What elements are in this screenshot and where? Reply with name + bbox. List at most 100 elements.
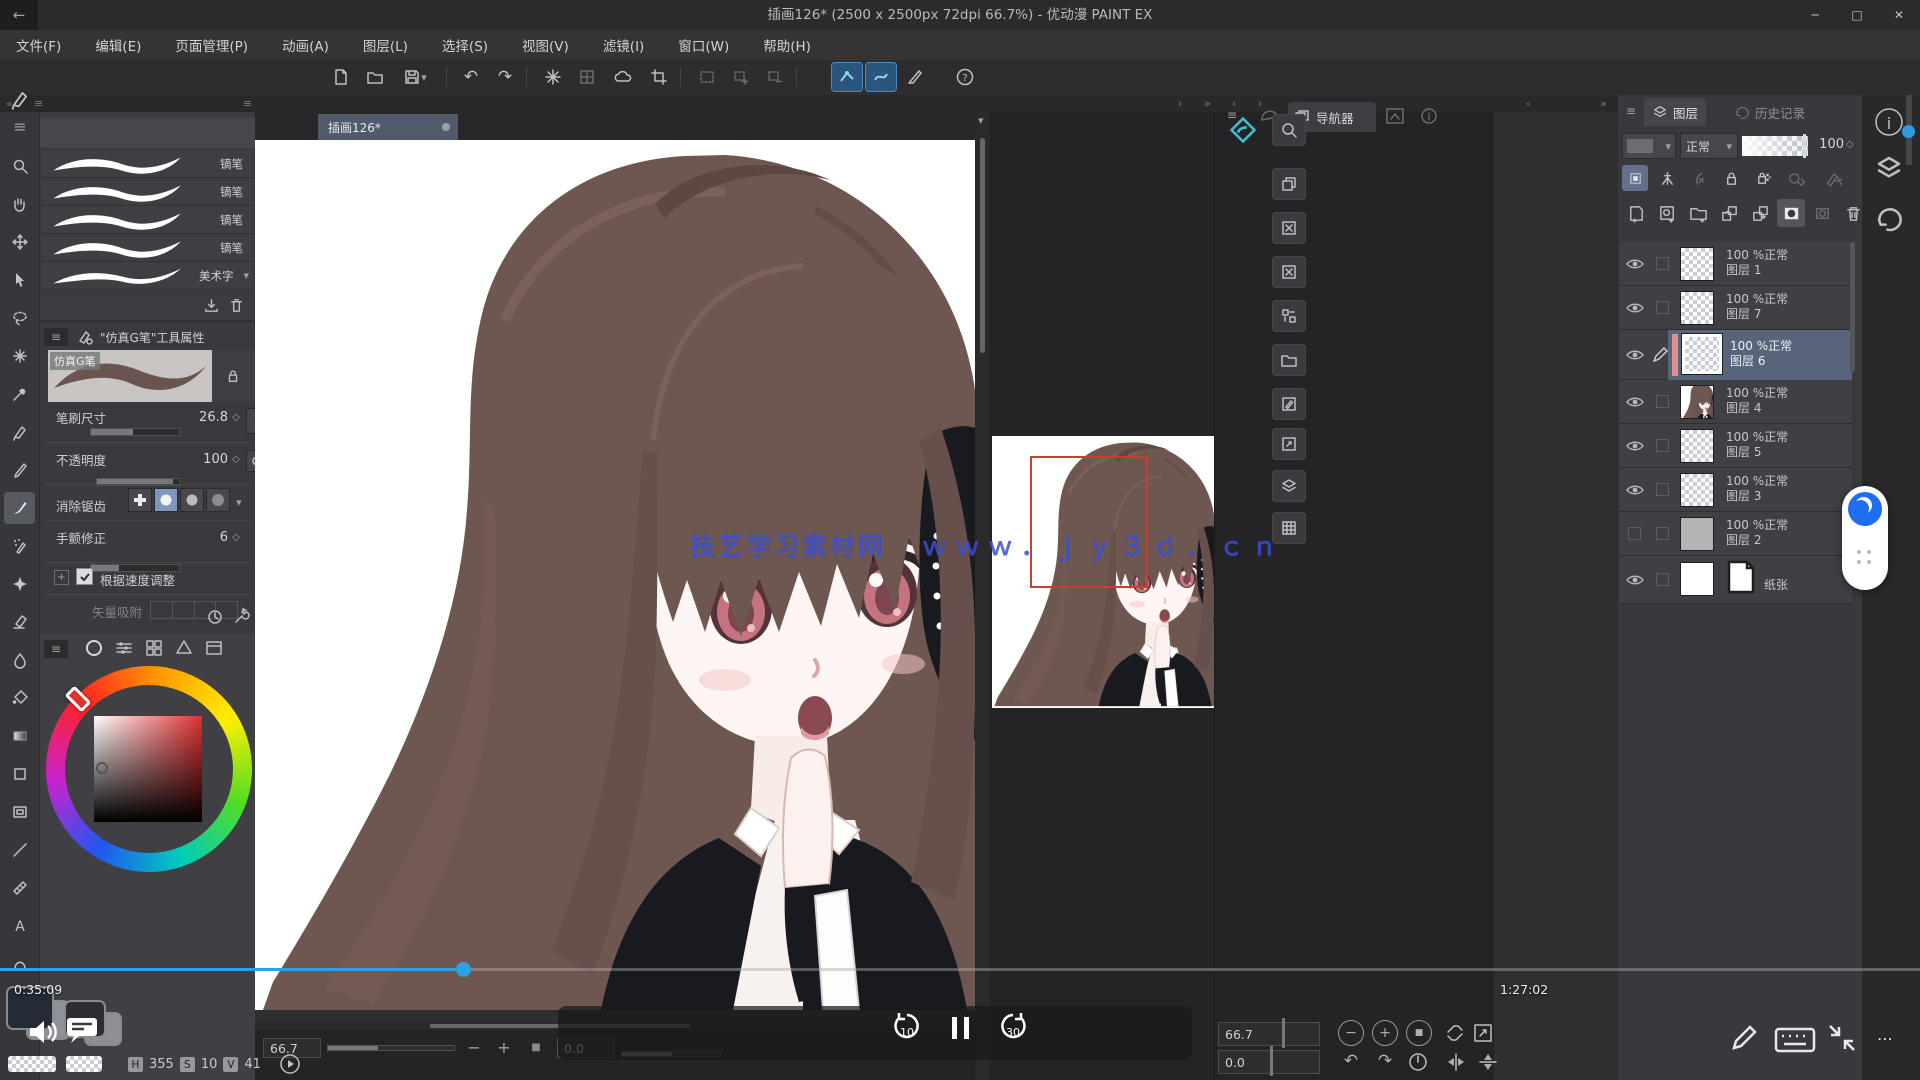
scroll-up-icon[interactable]: ▾ bbox=[978, 114, 984, 127]
layer-checkbox[interactable] bbox=[1656, 257, 1669, 270]
menu-window[interactable]: 窗口(W) bbox=[678, 35, 729, 55]
navigator-thumbnail[interactable] bbox=[992, 436, 1214, 708]
gradient-tool[interactable] bbox=[4, 720, 35, 752]
layer-opacity-value[interactable]: 100 bbox=[1810, 137, 1844, 152]
airbrush-tool[interactable] bbox=[4, 530, 35, 562]
layer-checkbox[interactable] bbox=[1656, 483, 1669, 496]
eraser-tool[interactable] bbox=[4, 606, 35, 638]
launcher-transform-button[interactable] bbox=[1272, 428, 1306, 460]
canvas-zoom-out-icon[interactable]: − bbox=[463, 1034, 485, 1060]
layer-opacity-handle[interactable] bbox=[1803, 134, 1806, 158]
layer-checkbox[interactable] bbox=[1656, 527, 1669, 540]
speed-adjust-checkbox[interactable] bbox=[76, 568, 93, 585]
launcher-close-panel2-button[interactable] bbox=[1272, 256, 1306, 288]
layer-name[interactable]: 图层 1 bbox=[1726, 263, 1788, 278]
layer-name[interactable]: 纸张 bbox=[1764, 578, 1788, 593]
menu-help[interactable]: 帮助(H) bbox=[763, 35, 811, 55]
visibility-eye-icon[interactable] bbox=[1626, 349, 1644, 361]
set-as-draft-button[interactable] bbox=[1782, 165, 1814, 191]
launcher-search-button[interactable] bbox=[1272, 114, 1306, 146]
line-tool[interactable] bbox=[4, 834, 35, 866]
visibility-eye-icon[interactable] bbox=[1626, 484, 1644, 496]
canvas-zoom-in-icon[interactable]: + bbox=[493, 1034, 515, 1060]
keyboard-icon[interactable] bbox=[1774, 1026, 1816, 1054]
color-wheel-tab-icon[interactable] bbox=[84, 638, 104, 658]
fill-tool[interactable] bbox=[4, 682, 35, 714]
selection-remove-button[interactable] bbox=[760, 63, 790, 91]
clip-to-layer-below-button[interactable] bbox=[1622, 165, 1648, 191]
layer-name[interactable]: 图层 2 bbox=[1726, 533, 1788, 548]
move-canvas-tool[interactable] bbox=[4, 226, 35, 258]
layer-opacity-slider[interactable] bbox=[1742, 136, 1808, 156]
layer-row-7[interactable]: 100 %正常 图层 2 bbox=[1620, 512, 1852, 556]
new-document-button[interactable] bbox=[326, 63, 356, 91]
layer-thumbnail[interactable] bbox=[1680, 429, 1714, 463]
maximize-button[interactable]: □ bbox=[1836, 0, 1878, 30]
delete-subtool-icon[interactable] bbox=[228, 297, 245, 314]
navigator-rotate-knob[interactable] bbox=[1270, 1046, 1273, 1076]
subtitle-bubble-icon[interactable] bbox=[64, 1014, 100, 1046]
color-play-icon[interactable] bbox=[278, 1052, 302, 1076]
blend-tool[interactable] bbox=[4, 644, 35, 676]
minimize-button[interactable]: ─ bbox=[1794, 0, 1836, 30]
layer-checkbox[interactable] bbox=[1656, 439, 1669, 452]
forward-30-button[interactable]: 30 bbox=[992, 1010, 1034, 1046]
color-set-tab-icon[interactable] bbox=[144, 638, 164, 658]
info-panel-icon[interactable]: i bbox=[1872, 105, 1906, 139]
layer-thumbnail[interactable] bbox=[1680, 247, 1714, 281]
menu-layer[interactable]: 图层(L) bbox=[363, 35, 408, 55]
pen-tool[interactable] bbox=[4, 416, 35, 448]
save-button[interactable]: ▾ bbox=[394, 63, 436, 91]
quick-share-icon[interactable] bbox=[1228, 116, 1258, 144]
layer-checkbox[interactable] bbox=[1656, 301, 1669, 314]
menu-animation[interactable]: 动画(A) bbox=[282, 35, 329, 55]
launcher-stack-button[interactable] bbox=[1272, 470, 1306, 502]
layer-name[interactable]: 图层 3 bbox=[1726, 489, 1788, 504]
wrench-settings-icon[interactable] bbox=[232, 608, 250, 626]
merge-with-lower-layer-button[interactable] bbox=[1746, 199, 1774, 227]
nav-zoom-100-button[interactable]: ■ bbox=[1406, 1020, 1432, 1046]
antialias-strong-option[interactable] bbox=[206, 488, 230, 512]
layer-row-1[interactable]: 100 %正常 图层 1 bbox=[1620, 242, 1852, 286]
subtool-item-kabura-1[interactable]: 镝笔 bbox=[42, 150, 253, 178]
canvas[interactable] bbox=[255, 140, 975, 1010]
lock-alpha-button[interactable] bbox=[1750, 165, 1776, 191]
layer-name[interactable]: 图层 6 bbox=[1730, 354, 1792, 369]
stabilize-spinner[interactable]: ◇ bbox=[232, 532, 240, 543]
volume-icon[interactable] bbox=[26, 1016, 60, 1048]
figure-tool[interactable] bbox=[4, 758, 35, 790]
curve-tool[interactable] bbox=[4, 948, 35, 980]
dock-dblright-icon[interactable]: » bbox=[1204, 96, 1211, 111]
launcher-folder-button[interactable] bbox=[1272, 344, 1306, 376]
layer-color-button[interactable] bbox=[1820, 165, 1852, 191]
sv-cursor[interactable] bbox=[96, 762, 108, 774]
undo-button[interactable]: ↶ bbox=[456, 63, 486, 91]
subview-tab-icon[interactable] bbox=[1384, 106, 1406, 126]
layer-row-5[interactable]: 100 %正常 图层 5 bbox=[1620, 424, 1852, 468]
transparent-color-chip[interactable] bbox=[8, 1056, 56, 1072]
layer-thumbnail[interactable] bbox=[1680, 517, 1714, 551]
layers-menu-icon[interactable]: ≡ bbox=[1622, 103, 1640, 119]
create-layer-mask-button[interactable] bbox=[1777, 199, 1805, 227]
layer-thumbnail[interactable] bbox=[1682, 334, 1722, 374]
eyedropper-tool[interactable] bbox=[4, 378, 35, 410]
antialias-medium-option[interactable] bbox=[180, 488, 204, 512]
dock-chev-right-icon[interactable]: › bbox=[1178, 96, 1182, 111]
subtool-item-art-text[interactable]: 美术字 ▾ bbox=[42, 262, 253, 290]
nav-rotate-right-button[interactable]: ↷ bbox=[1372, 1048, 1398, 1074]
new-vector-layer-button[interactable] bbox=[1653, 199, 1681, 227]
subtool-item-kabura-3[interactable]: 镝笔 bbox=[42, 206, 253, 234]
brush-size-slider[interactable] bbox=[90, 428, 180, 436]
dock-menu-icon[interactable]: ≡ bbox=[34, 96, 43, 111]
color-mixer-tab-icon[interactable] bbox=[174, 638, 194, 658]
help-button[interactable]: ? bbox=[950, 63, 980, 91]
nav-zoom-out-button[interactable]: − bbox=[1338, 1020, 1364, 1046]
visibility-empty-checkbox[interactable] bbox=[1628, 527, 1641, 540]
transfer-to-lower-layer-button[interactable] bbox=[1715, 199, 1743, 227]
antialias-weak-option[interactable] bbox=[154, 488, 178, 512]
nav-fit-screen-icon[interactable] bbox=[1444, 1022, 1466, 1044]
exit-fullscreen-icon[interactable] bbox=[1826, 1022, 1858, 1054]
layers-scrollbar[interactable] bbox=[1850, 242, 1855, 372]
layers-panel-icon[interactable] bbox=[1874, 153, 1904, 183]
nav-flip-vertical-icon[interactable] bbox=[1476, 1050, 1500, 1074]
